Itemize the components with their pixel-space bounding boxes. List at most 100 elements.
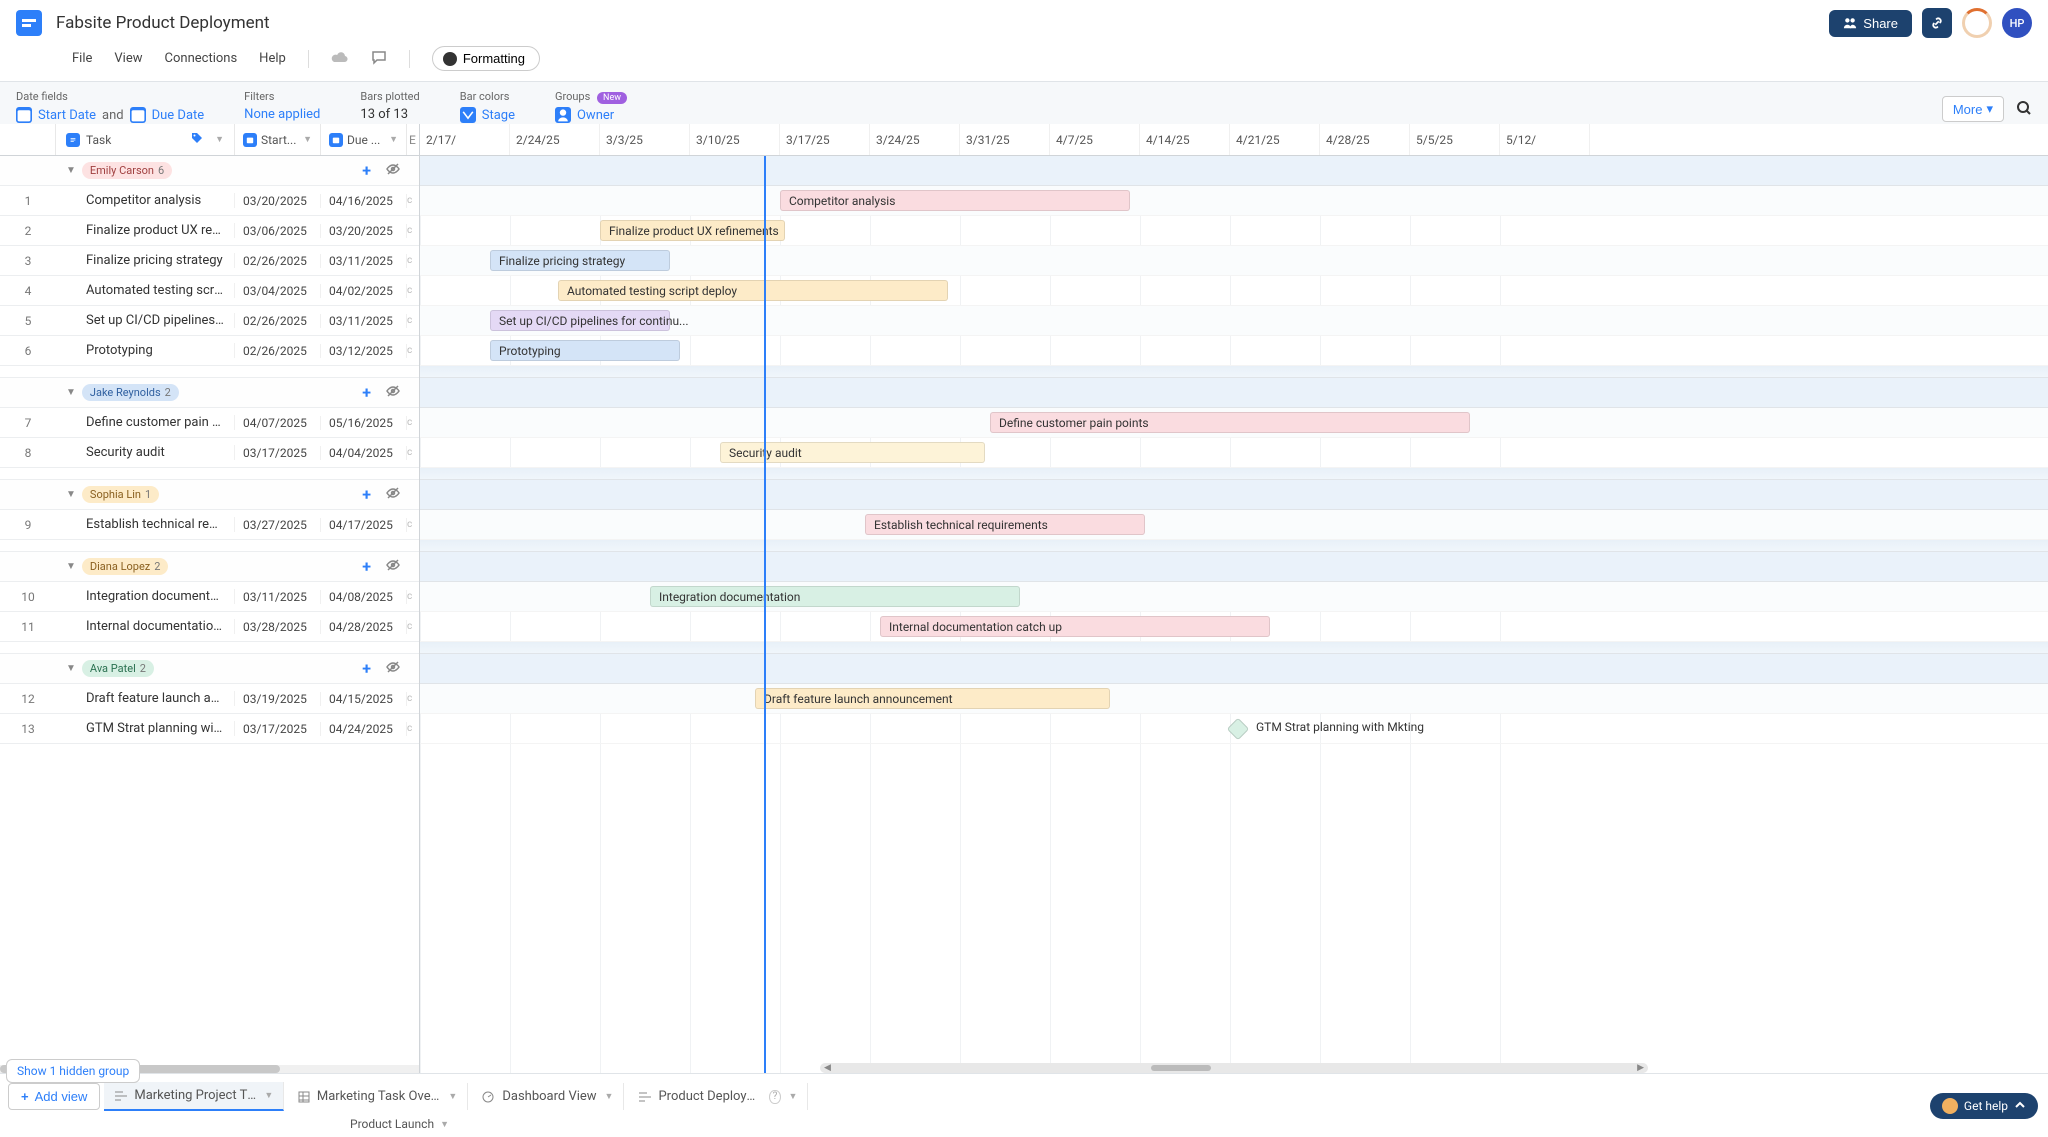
timeline-row[interactable]: Internal documentation catch up	[420, 612, 2048, 642]
timeline-week-header[interactable]: 4/21/25	[1230, 124, 1320, 155]
table-row[interactable]: 5 Set up CI/CD pipelines for c... 02/26/…	[0, 306, 419, 336]
search-icon[interactable]	[2016, 100, 2032, 119]
menu-help[interactable]: Help	[259, 51, 286, 66]
gantt-bar[interactable]: Draft feature launch announcement	[755, 688, 1110, 709]
show-hidden-group-button[interactable]: Show 1 hidden group	[6, 1059, 140, 1083]
owner-pill[interactable]: Emily Carson 6	[82, 162, 172, 179]
table-row[interactable]: 3 Finalize pricing strategy 02/26/2025 0…	[0, 246, 419, 276]
hide-group-icon[interactable]	[385, 660, 401, 678]
add-task-icon[interactable]: +	[362, 659, 371, 678]
hide-group-icon[interactable]	[385, 486, 401, 504]
due-date-cell[interactable]: 04/08/2025	[321, 590, 407, 604]
menu-connections[interactable]: Connections	[165, 51, 238, 66]
task-name-cell[interactable]: Finalize pricing strategy	[56, 253, 235, 268]
collapse-icon[interactable]: ▼	[66, 489, 76, 500]
tag-icon[interactable]	[191, 132, 203, 147]
table-row[interactable]: 10 Integration documentation 03/11/2025 …	[0, 582, 419, 612]
config-groups[interactable]: Groups New Owner	[555, 90, 627, 123]
group-header[interactable]: ▼ Jake Reynolds 2 +	[0, 378, 419, 408]
gantt-bar[interactable]: Competitor analysis	[780, 190, 1130, 211]
owner-pill[interactable]: Jake Reynolds 2	[82, 384, 179, 401]
task-name-cell[interactable]: Define customer pain points	[56, 415, 235, 430]
collapse-icon[interactable]: ▼	[66, 165, 76, 176]
task-name-cell[interactable]: Draft feature launch annou...	[56, 691, 235, 706]
timeline-week-header[interactable]: 4/14/25	[1140, 124, 1230, 155]
start-date-cell[interactable]: 02/26/2025	[235, 314, 321, 328]
view-tab[interactable]: Marketing Project Tim... ▼	[104, 1082, 284, 1111]
cloud-icon[interactable]	[331, 50, 349, 68]
start-date-cell[interactable]: 03/20/2025	[235, 194, 321, 208]
view-tab[interactable]: Dashboard View ▼	[472, 1083, 624, 1110]
timeline-row[interactable]: Competitor analysis	[420, 186, 2048, 216]
start-date-cell[interactable]: 03/06/2025	[235, 224, 321, 238]
column-start[interactable]: Start... ▼	[235, 124, 321, 155]
add-view-button[interactable]: + Add view	[8, 1083, 100, 1110]
chevron-down-icon[interactable]: ▼	[605, 1091, 614, 1102]
gantt-bar[interactable]: Security audit	[720, 442, 985, 463]
start-date-cell[interactable]: 04/07/2025	[235, 416, 321, 430]
table-row[interactable]: 8 Security audit 03/17/2025 04/04/2025 c	[0, 438, 419, 468]
timeline-week-header[interactable]: 3/3/25	[600, 124, 690, 155]
task-name-cell[interactable]: Competitor analysis	[56, 193, 235, 208]
task-name-cell[interactable]: Establish technical require...	[56, 517, 235, 532]
timeline-pane[interactable]: 2/17/2/24/253/3/253/10/253/17/253/24/253…	[420, 124, 2048, 1073]
table-row[interactable]: 4 Automated testing script d... 03/04/20…	[0, 276, 419, 306]
gantt-bar[interactable]: Finalize product UX refinements	[600, 220, 785, 241]
column-task[interactable]: Task ▼	[56, 124, 235, 155]
help-icon[interactable]: ?	[769, 1090, 780, 1104]
timeline-week-header[interactable]: 2/24/25	[510, 124, 600, 155]
start-date-cell[interactable]: 03/17/2025	[235, 722, 321, 736]
timeline-row[interactable]: Draft feature launch announcement	[420, 684, 2048, 714]
timeline-row[interactable]: Security audit	[420, 438, 2048, 468]
group-header[interactable]: ▼ Emily Carson 6 +	[0, 156, 419, 186]
due-date-cell[interactable]: 03/11/2025	[321, 314, 407, 328]
get-help-button[interactable]: Get help	[1930, 1093, 2038, 1119]
task-name-cell[interactable]: Internal documentation cat...	[56, 619, 235, 634]
table-row[interactable]: 11 Internal documentation cat... 03/28/2…	[0, 612, 419, 642]
config-bar-colors[interactable]: Bar colors Stage	[460, 90, 515, 123]
chevron-down-icon[interactable]: ▼	[264, 1090, 273, 1101]
timeline-week-header[interactable]: 3/17/25	[780, 124, 870, 155]
due-date-cell[interactable]: 04/16/2025	[321, 194, 407, 208]
chevron-down-icon[interactable]: ▼	[303, 134, 312, 145]
chevron-down-icon[interactable]: ▼	[789, 1091, 798, 1102]
view-tab[interactable]: Marketing Task Overvi... ▼	[288, 1083, 468, 1110]
collapse-icon[interactable]: ▼	[66, 561, 76, 572]
timeline-row[interactable]: Establish technical requirements	[420, 510, 2048, 540]
timeline-week-header[interactable]: 3/24/25	[870, 124, 960, 155]
timeline-row[interactable]: Prototyping	[420, 336, 2048, 366]
collapse-icon[interactable]: ▼	[66, 663, 76, 674]
timeline-row[interactable]: Automated testing script deploy	[420, 276, 2048, 306]
timeline-week-header[interactable]: 5/5/25	[1410, 124, 1500, 155]
group-header[interactable]: ▼ Ava Patel 2 +	[0, 654, 419, 684]
gantt-bar[interactable]: Define customer pain points	[990, 412, 1470, 433]
config-date-fields[interactable]: Date fields Start Date and Due Date	[16, 90, 204, 123]
due-date-cell[interactable]: 04/17/2025	[321, 518, 407, 532]
timeline-week-header[interactable]: 3/10/25	[690, 124, 780, 155]
group-header[interactable]: ▼ Sophia Lin 1 +	[0, 480, 419, 510]
menu-view[interactable]: View	[114, 51, 142, 66]
start-date-cell[interactable]: 03/17/2025	[235, 446, 321, 460]
timeline-row[interactable]: Finalize pricing strategy	[420, 246, 2048, 276]
share-button[interactable]: Share	[1829, 10, 1912, 37]
gantt-bar[interactable]: Prototyping	[490, 340, 680, 361]
task-name-cell[interactable]: Prototyping	[56, 343, 235, 358]
task-name-cell[interactable]: GTM Strat planning with M...	[56, 721, 235, 736]
task-name-cell[interactable]: Security audit	[56, 445, 235, 460]
gantt-bar[interactable]: Set up CI/CD pipelines for continu...	[490, 310, 670, 331]
due-date-cell[interactable]: 03/12/2025	[321, 344, 407, 358]
app-logo[interactable]	[16, 10, 42, 36]
milestone-diamond[interactable]	[1227, 718, 1250, 741]
menu-file[interactable]: File	[72, 51, 92, 66]
start-date-cell[interactable]: 03/11/2025	[235, 590, 321, 604]
more-button[interactable]: More ▾	[1942, 96, 2004, 122]
table-row[interactable]: 6 Prototyping 02/26/2025 03/12/2025 c	[0, 336, 419, 366]
add-task-icon[interactable]: +	[362, 161, 371, 180]
task-name-cell[interactable]: Integration documentation	[56, 589, 235, 604]
hide-group-icon[interactable]	[385, 558, 401, 576]
timeline-week-header[interactable]: 2/17/	[420, 124, 510, 155]
chevron-down-icon[interactable]: ▼	[389, 134, 398, 145]
gantt-bar[interactable]: Establish technical requirements	[865, 514, 1145, 535]
timeline-week-header[interactable]: 5/12/	[1500, 124, 1590, 155]
timeline-row[interactable]: Define customer pain points	[420, 408, 2048, 438]
